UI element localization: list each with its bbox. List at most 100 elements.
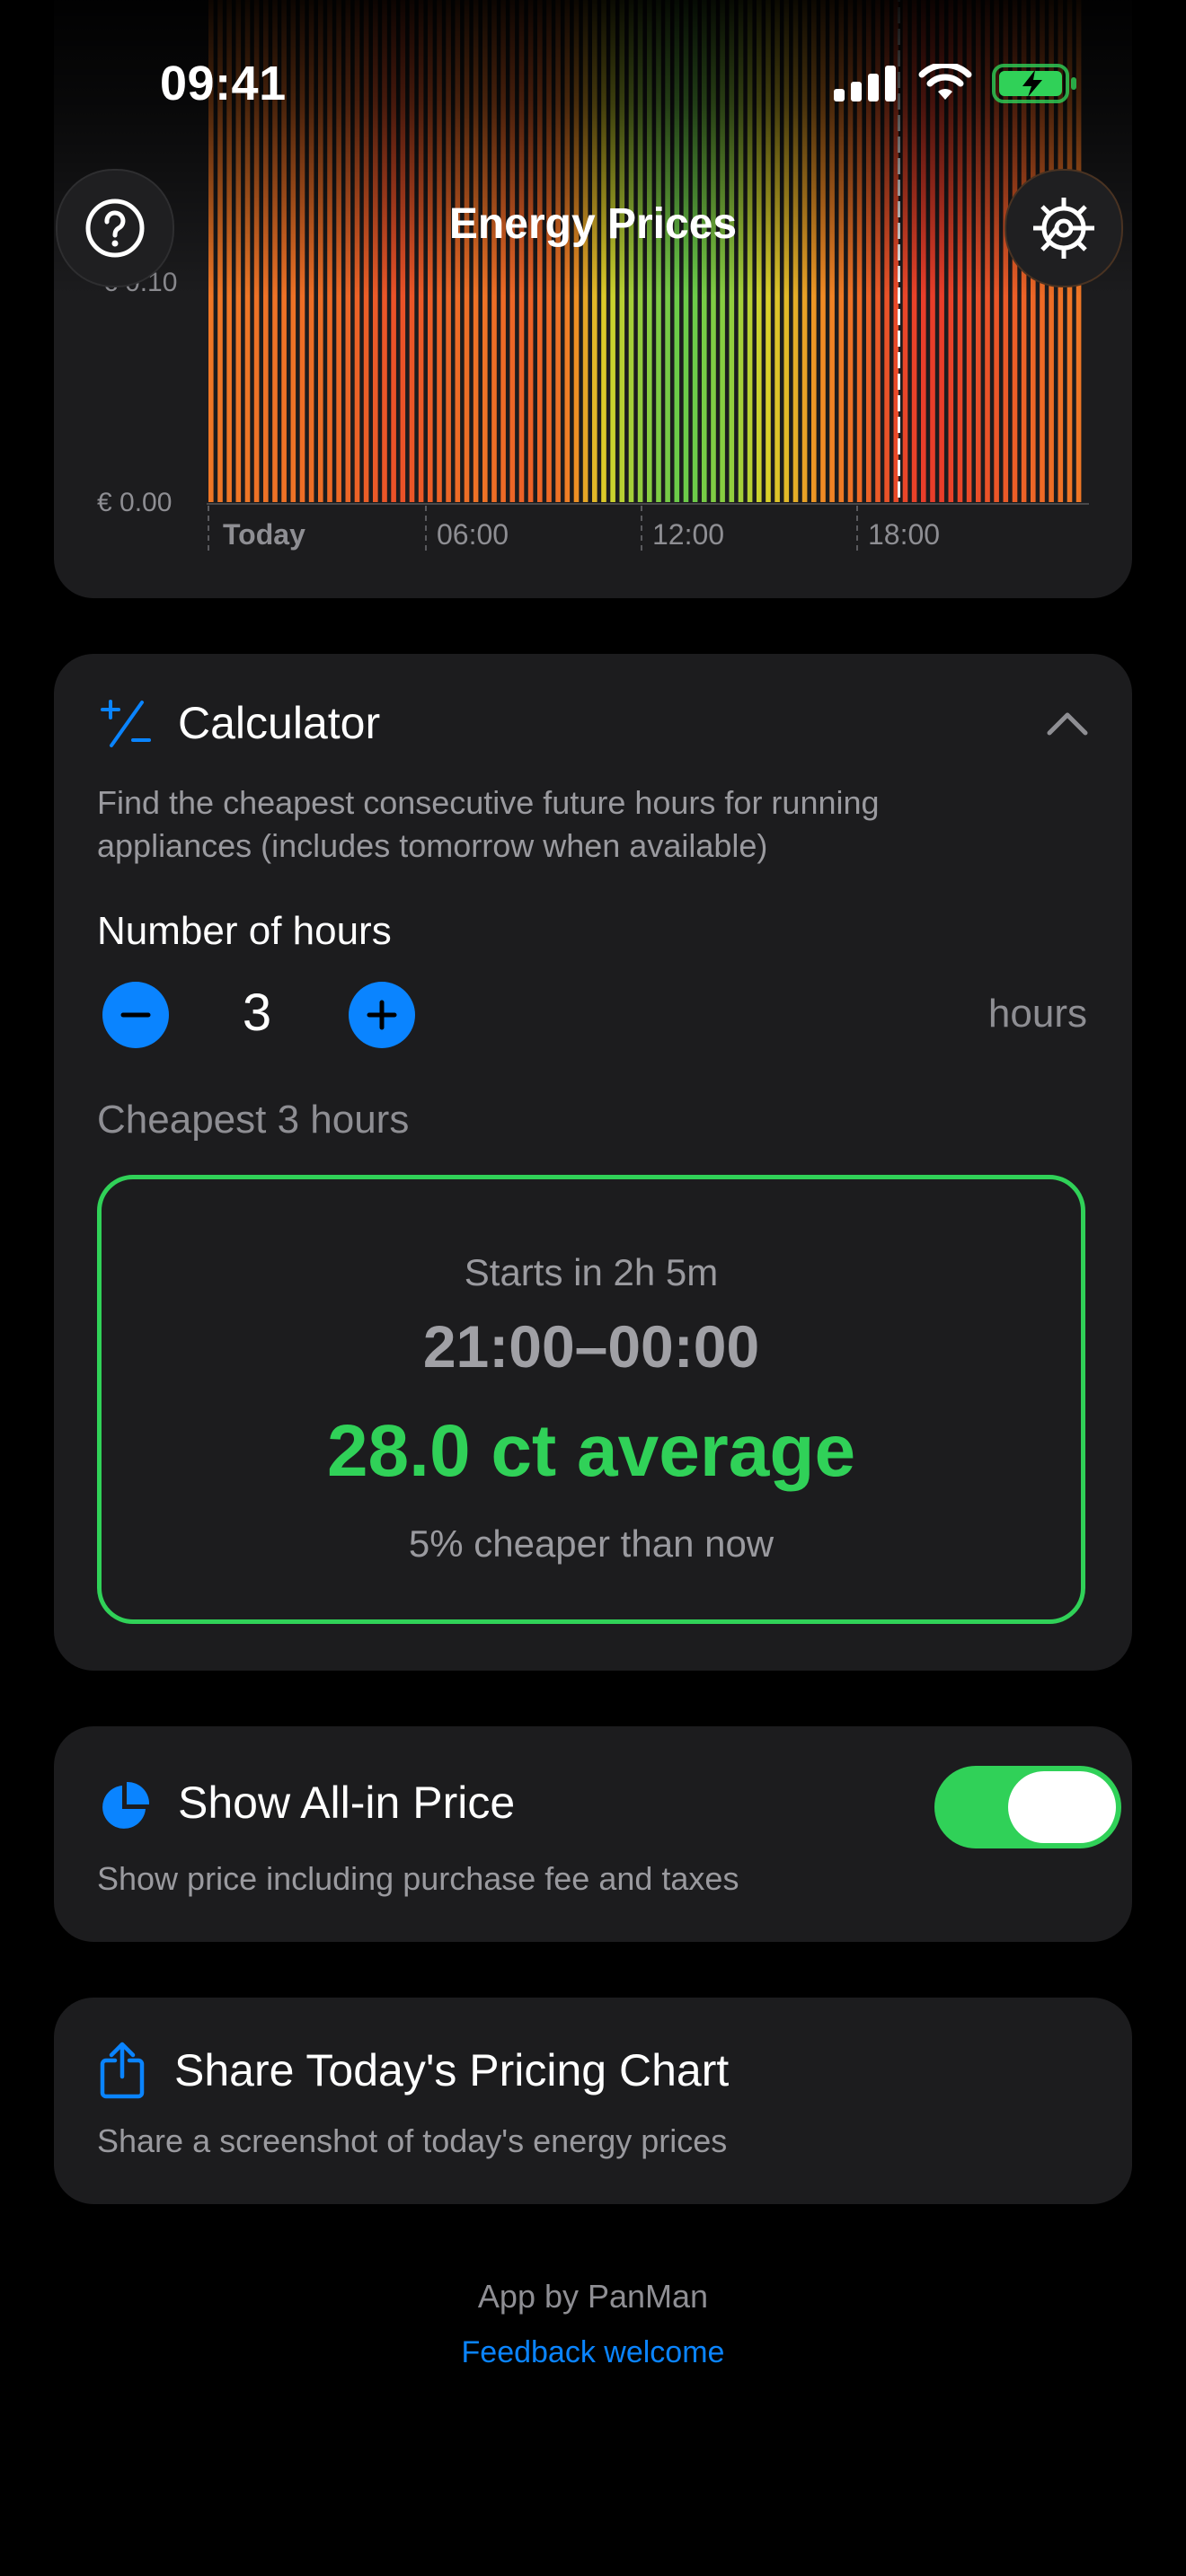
result-time-range: 21:00–00:00 — [422, 1313, 760, 1380]
price-bar — [720, 0, 725, 502]
price-bar — [409, 0, 415, 502]
price-bar — [354, 0, 360, 502]
price-bar — [729, 0, 735, 502]
result-comparison: 5% cheaper than now — [408, 1522, 774, 1565]
decrement-button[interactable] — [102, 982, 169, 1048]
price-bar — [592, 0, 597, 502]
price-bar — [537, 0, 543, 502]
price-bar — [527, 0, 534, 502]
price-bar — [446, 0, 451, 502]
price-bar — [327, 0, 332, 502]
gear-icon — [1033, 198, 1094, 259]
price-bar — [820, 0, 826, 502]
share-chart-description: Share a screenshot of today's energy pri… — [97, 2122, 728, 2159]
battery-charging-icon — [992, 64, 1076, 103]
price-bar — [674, 0, 680, 502]
price-bar — [692, 0, 698, 502]
price-bar — [518, 0, 525, 502]
share-chart-title: Share Today's Pricing Chart — [174, 2045, 730, 2095]
result-average-price: 28.0 ct average — [326, 1410, 856, 1492]
price-bar — [500, 0, 506, 502]
price-bar — [555, 0, 561, 502]
cellular-signal-icon — [834, 66, 896, 101]
share-chart-card[interactable] — [54, 1998, 1132, 2204]
toggle-knob — [1008, 1771, 1116, 1843]
result-starts-in: Starts in 2h 5m — [464, 1251, 719, 1293]
increment-button[interactable] — [349, 982, 415, 1048]
all-in-price-toggle[interactable] — [934, 1766, 1121, 1848]
price-bar — [757, 0, 762, 502]
minus-icon — [120, 1012, 151, 1018]
price-bar — [428, 0, 433, 502]
hours-unit-label: hours — [987, 992, 1087, 1036]
price-bar — [564, 0, 571, 502]
price-bar — [382, 0, 387, 502]
price-bar — [783, 0, 790, 502]
feedback-link[interactable]: Feedback welcome — [0, 2335, 1186, 2370]
price-bar — [628, 0, 634, 502]
y-axis-label-zero: € 0.00 — [97, 488, 173, 517]
calculator-description-line1: Find the cheapest consecutive future hou… — [97, 784, 880, 821]
plus-minus-icon — [101, 700, 151, 747]
price-bar — [363, 0, 369, 502]
price-bar — [418, 0, 424, 502]
price-bar — [482, 0, 488, 502]
pie-chart-icon — [102, 1781, 150, 1829]
price-bar — [711, 0, 716, 502]
price-bar — [473, 0, 479, 502]
cheapest-window-result: Starts in 2h 5m 21:00–00:00 28.0 ct aver… — [97, 1175, 1085, 1624]
cheapest-hours-label: Cheapest 3 hours — [97, 1098, 410, 1142]
x-axis-label-1200: 12:00 — [652, 518, 725, 551]
price-bar — [455, 0, 461, 502]
number-of-hours-label: Number of hours — [97, 909, 392, 953]
price-bar — [811, 0, 817, 502]
calculator-description-line2: appliances (includes tomorrow when avail… — [97, 827, 768, 864]
price-bar — [437, 0, 442, 502]
app-credit: App by PanMan — [477, 2278, 709, 2315]
price-bar — [619, 0, 625, 502]
status-time: 09:41 — [160, 57, 287, 110]
x-axis-label-1800: 18:00 — [868, 518, 941, 551]
price-bar — [683, 0, 689, 502]
price-bar — [702, 0, 707, 502]
price-bar — [318, 0, 323, 502]
wifi-icon — [918, 64, 972, 100]
price-bar — [308, 0, 314, 502]
price-bar — [582, 0, 589, 502]
price-bar — [509, 0, 516, 502]
price-bar — [290, 0, 296, 502]
price-bar — [400, 0, 406, 502]
price-bar — [801, 0, 808, 502]
price-bar — [373, 0, 378, 502]
status-icons — [834, 63, 1078, 104]
plus-icon — [367, 1000, 397, 1030]
calculator-description: Find the cheapest consecutive future hou… — [97, 781, 1085, 868]
calculator-title: Calculator — [178, 698, 381, 748]
price-bar — [299, 0, 305, 502]
price-bar — [601, 0, 606, 502]
x-axis-label-0600: 06:00 — [437, 518, 509, 551]
all-in-price-description: Show price including purchase fee and ta… — [97, 1860, 739, 1897]
price-bar — [336, 0, 341, 502]
price-bar — [464, 0, 470, 502]
price-bar — [766, 0, 771, 502]
price-bar — [656, 0, 661, 502]
x-axis-label-today: Today — [223, 518, 305, 551]
all-in-price-title: Show All-in Price — [178, 1778, 516, 1828]
price-bar — [546, 0, 552, 502]
price-bar — [391, 0, 396, 502]
price-bar — [792, 0, 799, 502]
hours-value: 3 — [242, 984, 272, 1042]
price-bar — [491, 0, 497, 502]
price-bar — [747, 0, 753, 502]
price-bar — [774, 0, 780, 502]
price-bar — [345, 0, 351, 502]
price-bar — [637, 0, 643, 502]
price-bar — [573, 0, 580, 502]
price-bar — [647, 0, 652, 502]
settings-button[interactable] — [1005, 169, 1123, 287]
price-bar — [610, 0, 615, 502]
chevron-up-icon[interactable] — [1044, 708, 1091, 738]
share-icon — [100, 2042, 145, 2099]
price-bar — [665, 0, 670, 502]
